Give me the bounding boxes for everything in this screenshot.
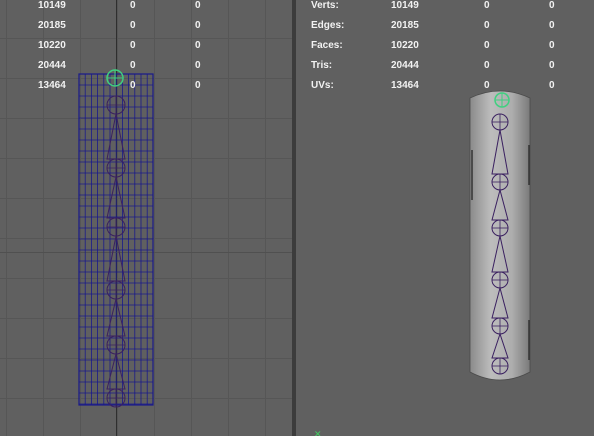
hud-uvs-b: 0 [549, 80, 555, 91]
hud-edges-count: 20185 [38, 20, 66, 31]
hud-faces-count: 10220 [38, 40, 66, 51]
hud-verts-a: 0 [130, 0, 136, 11]
hud-edges-count: 20185 [391, 20, 419, 31]
hud-tris-a: 0 [130, 60, 136, 71]
hud-verts-count: 10149 [391, 0, 419, 11]
joint[interactable] [491, 317, 509, 335]
hud-verts-count: 10149 [38, 0, 66, 11]
joint[interactable] [106, 217, 126, 237]
joint[interactable] [106, 158, 126, 178]
joint-root-manipulator-shaded-icon[interactable] [494, 92, 510, 108]
hud-uvs-a: 0 [130, 80, 136, 91]
hud-edges-a: 0 [130, 20, 136, 31]
hud-verts-a: 0 [484, 0, 490, 11]
hud-uvs-a: 0 [484, 80, 490, 91]
hud-tris-b: 0 [195, 60, 201, 71]
hud-uvs-label: UVs: [311, 80, 334, 91]
hud-tris-count: 20444 [38, 60, 66, 71]
joint[interactable] [106, 95, 126, 115]
hud-verts-label: Verts: [311, 0, 339, 11]
axis-gizmo-icon: ✕ [314, 429, 322, 436]
hud-edges-label: Edges: [311, 20, 345, 31]
joint[interactable] [491, 219, 509, 237]
hud-uvs-count: 13464 [38, 80, 66, 91]
joint[interactable] [491, 113, 509, 131]
joint[interactable] [491, 271, 509, 289]
hud-faces-a: 0 [130, 40, 136, 51]
joint[interactable] [106, 388, 126, 408]
joint[interactable] [106, 280, 126, 300]
hud-faces-b: 0 [549, 40, 555, 51]
hud-verts-b: 0 [549, 0, 555, 11]
hud-faces-count: 10220 [391, 40, 419, 51]
joint-root-manipulator-icon[interactable] [106, 69, 124, 87]
hud-tris-count: 20444 [391, 60, 419, 71]
hud-edges-b: 0 [549, 20, 555, 31]
hud-verts-b: 0 [195, 0, 201, 11]
hud-edges-b: 0 [195, 20, 201, 31]
hud-tris-label: Tris: [311, 60, 333, 71]
hud-edges-a: 0 [484, 20, 490, 31]
hud-faces-b: 0 [195, 40, 201, 51]
hud-faces-label: Faces: [311, 40, 343, 51]
right-viewport-shaded[interactable]: Verts: 10149 0 0 Edges: 20185 0 0 Faces:… [296, 0, 594, 436]
hud-uvs-count: 13464 [391, 80, 419, 91]
hud-uvs-b: 0 [195, 80, 201, 91]
left-viewport-wireframe[interactable]: 10149 0 0 20185 0 0 10220 0 0 20444 0 0 … [0, 0, 292, 436]
hud-tris-b: 0 [549, 60, 555, 71]
hud-tris-a: 0 [484, 60, 490, 71]
joint[interactable] [106, 335, 126, 355]
joint[interactable] [491, 173, 509, 191]
hud-faces-a: 0 [484, 40, 490, 51]
joint[interactable] [491, 357, 509, 375]
